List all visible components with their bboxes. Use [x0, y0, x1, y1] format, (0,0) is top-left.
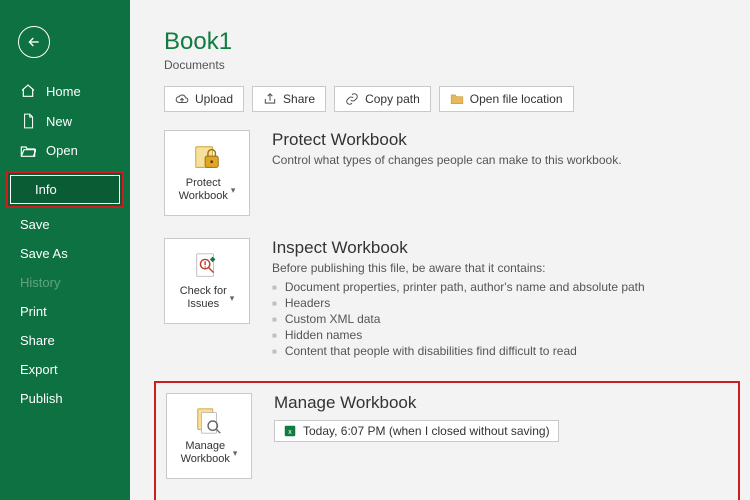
- new-file-icon: [20, 113, 36, 129]
- svg-text:x: x: [288, 429, 292, 436]
- share-icon: [263, 92, 277, 106]
- copy-path-button[interactable]: Copy path: [334, 86, 431, 112]
- folder-icon: [450, 92, 464, 106]
- protect-section: ProtectWorkbook ▾ Protect Workbook Contr…: [164, 130, 740, 216]
- inspect-document-icon: [192, 251, 222, 281]
- inspect-item: Hidden names: [272, 327, 645, 343]
- manage-versions-icon: [194, 406, 224, 436]
- share-button[interactable]: Share: [252, 86, 326, 112]
- manage-section-highlight: ManageWorkbook ▾ Manage Workbook x Today…: [154, 381, 740, 500]
- protect-lock-icon: [192, 143, 222, 173]
- back-button[interactable]: [18, 26, 50, 58]
- inspect-item: Document properties, printer path, autho…: [272, 279, 645, 295]
- info-toolbar: Upload Share Copy path Open file locatio…: [164, 86, 740, 112]
- sidebar-item-open[interactable]: Open: [0, 136, 130, 165]
- sidebar-item-home[interactable]: Home: [0, 76, 130, 106]
- section-heading: Protect Workbook: [272, 130, 622, 150]
- open-location-button[interactable]: Open file location: [439, 86, 574, 112]
- section-lead: Before publishing this file, be aware th…: [272, 261, 645, 275]
- backstage-sidebar: Home New Open Info Save Save As: [0, 0, 130, 500]
- inspect-list: Document properties, printer path, autho…: [272, 279, 645, 359]
- button-label: Copy path: [365, 92, 420, 106]
- chevron-down-icon: ▾: [233, 448, 238, 458]
- manage-section: ManageWorkbook ▾ Manage Workbook x Today…: [166, 393, 728, 479]
- sidebar-item-save[interactable]: Save: [0, 210, 130, 239]
- sidebar-item-label: Share: [20, 333, 55, 348]
- button-label: Upload: [195, 92, 233, 106]
- sidebar-item-label: History: [20, 275, 60, 290]
- button-label: Open file location: [470, 92, 563, 106]
- sidebar-item-history: History: [0, 268, 130, 297]
- sidebar-item-label: Home: [46, 84, 81, 99]
- manage-workbook-tile[interactable]: ManageWorkbook ▾: [166, 393, 252, 479]
- inspect-item: Custom XML data: [272, 311, 645, 327]
- sidebar-item-label: Save: [20, 217, 50, 232]
- page-title: Book1: [164, 28, 740, 56]
- inspect-text: Inspect Workbook Before publishing this …: [272, 238, 645, 359]
- tile-label: Check forIssues ▾: [180, 285, 235, 310]
- home-icon: [20, 83, 36, 99]
- check-issues-tile[interactable]: Check forIssues ▾: [164, 238, 250, 324]
- sidebar-item-export[interactable]: Export: [0, 355, 130, 384]
- inspect-item: Content that people with disabilities fi…: [272, 343, 645, 359]
- tile-label: ManageWorkbook ▾: [181, 440, 238, 465]
- sidebar-item-label: Print: [20, 304, 47, 319]
- sidebar-item-info[interactable]: Info: [6, 171, 124, 208]
- section-heading: Inspect Workbook: [272, 238, 645, 258]
- sidebar-item-save-as[interactable]: Save As: [0, 239, 130, 268]
- info-pane: Book1 Documents Upload Share Copy path: [130, 0, 750, 500]
- sidebar-item-label: Info: [35, 182, 57, 197]
- upload-button[interactable]: Upload: [164, 86, 244, 112]
- autorecover-label: Today, 6:07 PM (when I closed without sa…: [303, 424, 550, 438]
- sidebar-item-label: Export: [20, 362, 58, 377]
- sidebar-item-new[interactable]: New: [0, 106, 130, 136]
- section-desc: Control what types of changes people can…: [272, 153, 622, 167]
- excel-file-icon: x: [283, 424, 297, 438]
- open-folder-icon: [20, 144, 36, 158]
- autorecover-version-item[interactable]: x Today, 6:07 PM (when I closed without …: [274, 420, 559, 442]
- protect-workbook-tile[interactable]: ProtectWorkbook ▾: [164, 130, 250, 216]
- section-heading: Manage Workbook: [274, 393, 559, 413]
- sidebar-item-publish[interactable]: Publish: [0, 384, 130, 413]
- inspect-section: Check forIssues ▾ Inspect Workbook Befor…: [164, 238, 740, 359]
- chevron-down-icon: ▾: [231, 185, 236, 195]
- app-frame: Home New Open Info Save Save As: [0, 0, 750, 500]
- protect-text: Protect Workbook Control what types of c…: [272, 130, 622, 167]
- breadcrumb: Documents: [164, 58, 740, 72]
- tile-label: ProtectWorkbook ▾: [179, 177, 236, 202]
- chevron-down-icon: ▾: [230, 293, 235, 303]
- arrow-left-icon: [26, 34, 42, 50]
- sidebar-item-label: New: [46, 114, 72, 129]
- upload-cloud-icon: [175, 92, 189, 106]
- sidebar-item-label: Save As: [20, 246, 68, 261]
- button-label: Share: [283, 92, 315, 106]
- sidebar-item-print[interactable]: Print: [0, 297, 130, 326]
- sidebar-item-label: Publish: [20, 391, 63, 406]
- link-icon: [345, 92, 359, 106]
- sidebar-item-share[interactable]: Share: [0, 326, 130, 355]
- manage-text: Manage Workbook x Today, 6:07 PM (when I…: [274, 393, 559, 443]
- sidebar-item-label: Open: [46, 143, 78, 158]
- inspect-item: Headers: [272, 295, 645, 311]
